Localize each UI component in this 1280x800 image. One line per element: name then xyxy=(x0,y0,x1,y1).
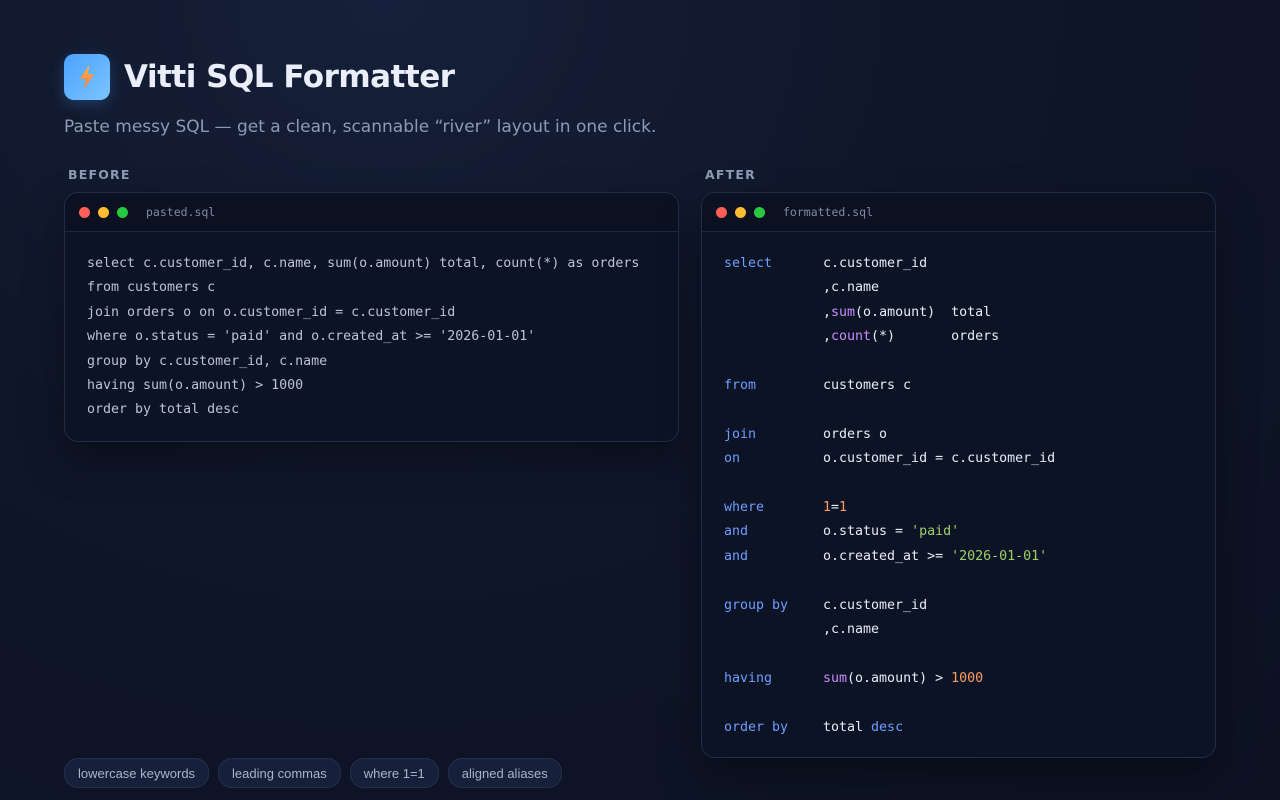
app-header: Vitti SQL Formatter xyxy=(64,54,455,100)
close-dot[interactable] xyxy=(716,206,727,218)
after-code-line xyxy=(724,569,1215,593)
sql-token: ,c.name xyxy=(823,280,880,296)
sql-str-token: '2026-01-01' xyxy=(951,548,1048,564)
sql-fn-token: sum xyxy=(823,670,848,686)
minimize-dot[interactable] xyxy=(735,206,746,218)
after-code-line xyxy=(724,350,1215,374)
sql-str-token: 'paid' xyxy=(911,524,960,540)
before-code-line: select c.customer_id, c.name, sum(o.amou… xyxy=(87,256,640,271)
feature-tags: lowercase keywords leading commas where 1=… xyxy=(64,758,571,788)
feature-tag: lowercase keywords xyxy=(64,758,210,788)
app-subtitle: Paste messy SQL — get a clean, scannable… xyxy=(64,117,657,137)
sql-token: (o.amount) total xyxy=(855,304,992,320)
sql-keyword: and xyxy=(724,548,749,564)
sql-fn-token: sum xyxy=(831,304,856,320)
after-code-line: and o.status = 'paid' xyxy=(724,520,1215,544)
sql-num-token: 1 xyxy=(839,500,848,516)
sql-token: o.status = xyxy=(823,524,912,540)
after-code-line: and o.created_at >= '2026-01-01' xyxy=(724,545,1215,569)
after-code-line: ,c.name xyxy=(724,276,1215,300)
sql-token: o.customer_id = c.customer_id xyxy=(823,451,1056,467)
before-code-editor[interactable]: select c.customer_id, c.name, sum(o.amou… xyxy=(65,232,678,423)
feature-tag: where 1=1 xyxy=(349,758,439,788)
feature-tag: aligned aliases xyxy=(447,758,562,788)
sql-token: o.created_at >= xyxy=(823,548,952,564)
sql-token: = xyxy=(831,500,840,516)
after-code-line: select c.customer_id xyxy=(724,252,1215,276)
sql-token: (o.amount) > xyxy=(847,670,952,686)
before-code-line: join orders o on o.customer_id = c.custo… xyxy=(87,304,456,320)
sql-fn-token: count xyxy=(831,329,872,345)
after-code-line: where 1=1 xyxy=(724,496,1215,520)
sql-token: ,c.name xyxy=(823,622,880,638)
logo xyxy=(64,54,110,100)
sql-token: total xyxy=(823,719,872,735)
sql-keyword: and xyxy=(724,524,749,540)
before-code-line: where o.status = 'paid' and o.created_at… xyxy=(87,329,536,345)
lightning-bolt-icon xyxy=(80,65,94,89)
after-label: AFTER xyxy=(705,167,756,182)
sql-token: c.customer_id xyxy=(823,256,928,271)
sql-keyword: where xyxy=(724,500,765,516)
sql-token: c.customer_id xyxy=(823,597,928,613)
after-code-line: order by total desc xyxy=(724,716,1215,740)
maximize-dot[interactable] xyxy=(117,206,128,218)
before-label: BEFORE xyxy=(68,167,131,182)
sql-token: customers c xyxy=(823,378,912,394)
minimize-dot[interactable] xyxy=(98,206,109,218)
after-code-line: ,sum(o.amount) total xyxy=(724,301,1215,325)
after-code-output: select c.customer_id ,c.name ,sum(o.amount)… xyxy=(702,232,1215,740)
sql-keyword: group by xyxy=(724,597,789,613)
sql-num-token: 1000 xyxy=(951,670,984,686)
after-titlebar: formatted.sql xyxy=(702,193,1215,232)
close-dot[interactable] xyxy=(79,206,90,218)
sql-token: (*) orders xyxy=(871,329,1000,345)
before-code-line: order by total desc xyxy=(87,402,240,418)
before-code-line: having sum(o.amount) > 1000 xyxy=(87,378,304,394)
sql-keyword: from xyxy=(724,378,757,394)
before-filename: pasted.sql xyxy=(146,205,216,219)
after-code-line: ,c.name xyxy=(724,618,1215,642)
sql-kw-token: desc xyxy=(871,719,904,735)
sql-keyword: on xyxy=(724,451,741,467)
sql-token: , xyxy=(823,304,832,320)
after-code-line xyxy=(724,398,1215,422)
after-code-line: ,count(*) orders xyxy=(724,325,1215,349)
before-code-line: group by c.customer_id, c.name xyxy=(87,353,328,369)
after-code-line xyxy=(724,643,1215,667)
sql-token: , xyxy=(823,329,832,345)
sql-keyword: order by xyxy=(724,719,789,735)
maximize-dot[interactable] xyxy=(754,206,765,218)
after-code-line: group by c.customer_id xyxy=(724,594,1215,618)
before-titlebar: pasted.sql xyxy=(65,193,678,232)
feature-tag: leading commas xyxy=(218,758,341,788)
sql-token: orders o xyxy=(823,426,888,442)
app-title: Vitti SQL Formatter xyxy=(124,59,455,95)
after-code-line: join orders o xyxy=(724,423,1215,447)
sql-num-token: 1 xyxy=(823,500,832,516)
sql-keyword: having xyxy=(724,670,773,686)
after-code-line: having sum(o.amount) > 1000 xyxy=(724,667,1215,691)
before-code-line: from customers c xyxy=(87,280,216,296)
after-code-line xyxy=(724,472,1215,496)
after-code-line xyxy=(724,691,1215,715)
after-code-line: from customers c xyxy=(724,374,1215,398)
sql-keyword: select xyxy=(724,256,773,271)
after-code-line: on o.customer_id = c.customer_id xyxy=(724,447,1215,471)
after-filename: formatted.sql xyxy=(783,205,874,219)
sql-keyword: join xyxy=(724,426,757,442)
before-panel: pasted.sql select c.customer_id, c.name,… xyxy=(64,192,679,442)
after-panel: formatted.sql select c.customer_id ,c.name… xyxy=(701,192,1216,758)
